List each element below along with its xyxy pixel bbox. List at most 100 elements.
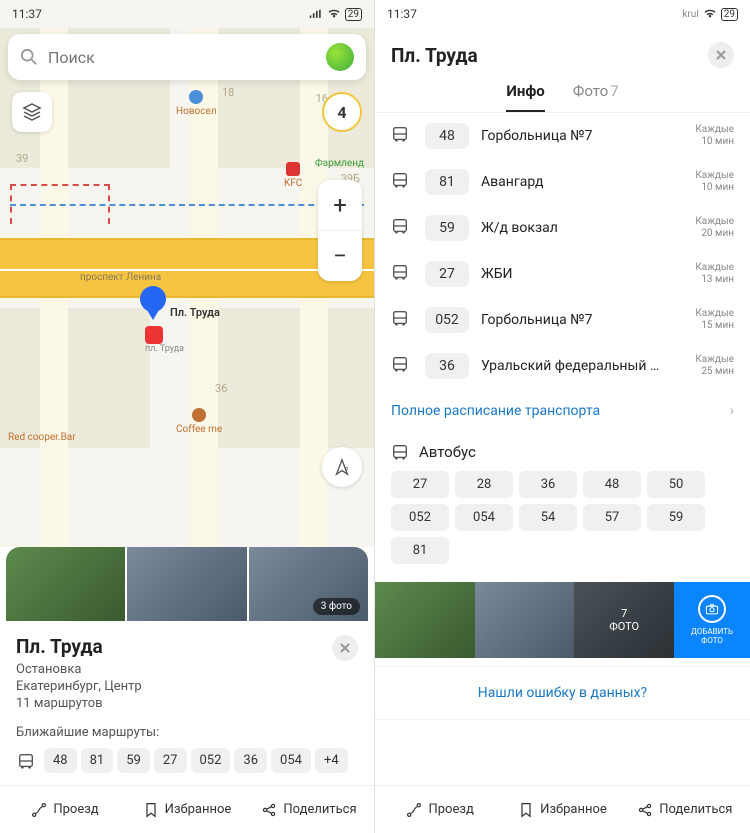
bottom-actions: Проезд Избранное Поделиться (375, 785, 750, 833)
stop-marker-icon[interactable] (145, 326, 163, 344)
photo-thumb[interactable] (127, 547, 246, 621)
bus-number-chip[interactable]: 57 (583, 504, 641, 531)
add-photo-button[interactable]: ДОБАВИТЬ ФОТО (674, 582, 750, 658)
battery-level: 29 (721, 8, 738, 21)
layers-icon (22, 102, 42, 122)
bus-icon (391, 125, 413, 147)
bus-number-grid: 2728364850 052054545759 81 (391, 471, 734, 564)
route-row[interactable]: 27 ЖБИ Каждые13 мин (375, 251, 750, 297)
building-number: 39 (16, 152, 28, 165)
route-chip[interactable]: 36 (234, 748, 267, 773)
route-destination: Горбольница №7 (481, 128, 683, 144)
route-chip[interactable]: 81 (81, 748, 114, 773)
poi[interactable]: Coffee me (176, 408, 222, 435)
search-bar[interactable] (8, 34, 366, 80)
stop-label-small: пл. Труда (145, 344, 184, 354)
route-chip[interactable]: 27 (154, 748, 187, 773)
route-chip[interactable]: 59 (117, 748, 150, 773)
favorite-button[interactable]: Избранное (501, 802, 623, 818)
bookmark-icon (518, 802, 534, 818)
zoom-in-button[interactable]: + (318, 180, 362, 230)
compass-button[interactable]: ? (322, 447, 362, 487)
route-destination: Уральский федеральный … (481, 358, 683, 374)
route-frequency: Каждые20 мин (695, 216, 734, 240)
route-row[interactable]: 59Ж/д вокзалКаждые20 мин (375, 205, 750, 251)
route-destination: ЖБИ (481, 266, 683, 282)
building-number: 36 (215, 382, 227, 395)
signal-icon (309, 9, 323, 19)
stop-routes-count: 11 маршрутов (16, 696, 142, 711)
layers-button[interactable] (12, 92, 52, 132)
close-button[interactable] (332, 635, 358, 661)
route-icon (406, 802, 422, 818)
stop-type: Остановка (16, 662, 142, 677)
route-frequency: Каждые15 мин (695, 308, 734, 332)
stop-label: Пл. Труда (170, 306, 220, 319)
bus-icon (16, 751, 36, 771)
poi[interactable]: Red cooper.Bar (8, 432, 76, 443)
route-chip[interactable]: 054 (271, 748, 311, 773)
status-bar: 11:37 29 (0, 0, 374, 28)
poi[interactable]: Фармленд (315, 158, 364, 169)
zoom-out-button[interactable]: − (318, 231, 362, 281)
photo-thumb[interactable] (475, 582, 575, 658)
bus-number-chip[interactable]: 48 (583, 471, 641, 498)
photo-thumb[interactable] (6, 547, 125, 621)
poi[interactable]: KFC (284, 162, 302, 189)
route-button[interactable]: Проезд (379, 802, 501, 818)
report-error-link[interactable]: Нашли ошибку в данных? (375, 666, 750, 720)
bus-number-chip[interactable]: 54 (519, 504, 577, 531)
route-button[interactable]: Проезд (4, 802, 126, 818)
close-icon (715, 49, 727, 61)
photo-thumb[interactable]: 3 фото (249, 547, 368, 621)
bus-number-chip[interactable]: 052 (391, 504, 449, 531)
bus-icon (391, 263, 413, 285)
route-row[interactable]: 48Горбольница №7Каждые10 мин (375, 113, 750, 159)
close-button[interactable] (708, 42, 734, 68)
route-row[interactable]: 36Уральский федеральный …Каждые25 мин (375, 343, 750, 389)
bus-number-chip[interactable]: 50 (647, 471, 705, 498)
traffic-badge[interactable]: 4 (322, 92, 362, 132)
share-button[interactable]: Поделиться (624, 802, 746, 818)
tab-info[interactable]: Инфо (506, 82, 544, 112)
photo-thumb[interactable]: 7 ФОТО (574, 582, 674, 658)
route-frequency: Каждые10 мин (695, 170, 734, 194)
bus-icon (391, 309, 413, 331)
full-schedule-link[interactable]: Полное расписание транспорта › (375, 389, 750, 433)
route-chip[interactable]: 052 (191, 748, 231, 773)
bus-number-chip[interactable]: 59 (647, 504, 705, 531)
photo-thumb[interactable] (375, 582, 475, 658)
bottom-actions: Проезд Избранное Поделиться (0, 785, 374, 833)
nearest-routes-label: Ближайшие маршруты: (16, 725, 358, 740)
route-row[interactable]: 052Горбольница №7Каждые15 мин (375, 297, 750, 343)
share-button[interactable]: Поделиться (248, 802, 370, 818)
bus-icon (391, 171, 413, 193)
route-chip[interactable]: 48 (44, 748, 77, 773)
search-input[interactable] (48, 48, 326, 67)
bus-section: Автобус 272836485005205454575981 (375, 433, 750, 574)
route-row[interactable]: 81АвангардКаждые10 мин (375, 159, 750, 205)
photo-count-badge: 3 фото (313, 598, 360, 615)
bus-number-chip[interactable]: 054 (455, 504, 513, 531)
route-number: 27 (425, 261, 469, 287)
user-avatar[interactable] (326, 43, 354, 71)
favorite-button[interactable]: Избранное (126, 802, 248, 818)
svg-text:?: ? (345, 465, 349, 474)
photo-strip[interactable]: 3 фото (6, 547, 368, 621)
map-pin[interactable] (140, 286, 166, 324)
route-number: 81 (425, 169, 469, 195)
route-frequency: Каждые13 мин (695, 262, 734, 286)
bus-number-chip[interactable]: 36 (519, 471, 577, 498)
bus-number-chip[interactable]: 27 (391, 471, 449, 498)
route-chips: 48 81 59 27 052 36 054 +4 (16, 748, 358, 773)
route-list: 48Горбольница №7Каждые10 мин81АвангардКа… (375, 113, 750, 389)
bus-number-chip[interactable]: 81 (391, 537, 449, 564)
stop-title: Пл. Труда (16, 635, 142, 658)
stop-location: Екатеринбург, Центр (16, 679, 142, 694)
bus-number-chip[interactable]: 28 (455, 471, 513, 498)
road-label: проспект Ленина (80, 272, 161, 283)
poi[interactable]: Новосел (176, 90, 217, 117)
map-canvas[interactable]: проспект Ленина Пл. Труда пл. Труда 39 1… (0, 28, 374, 547)
tab-photo[interactable]: Фото7 (573, 82, 619, 112)
route-chip-more[interactable]: +4 (315, 748, 348, 773)
